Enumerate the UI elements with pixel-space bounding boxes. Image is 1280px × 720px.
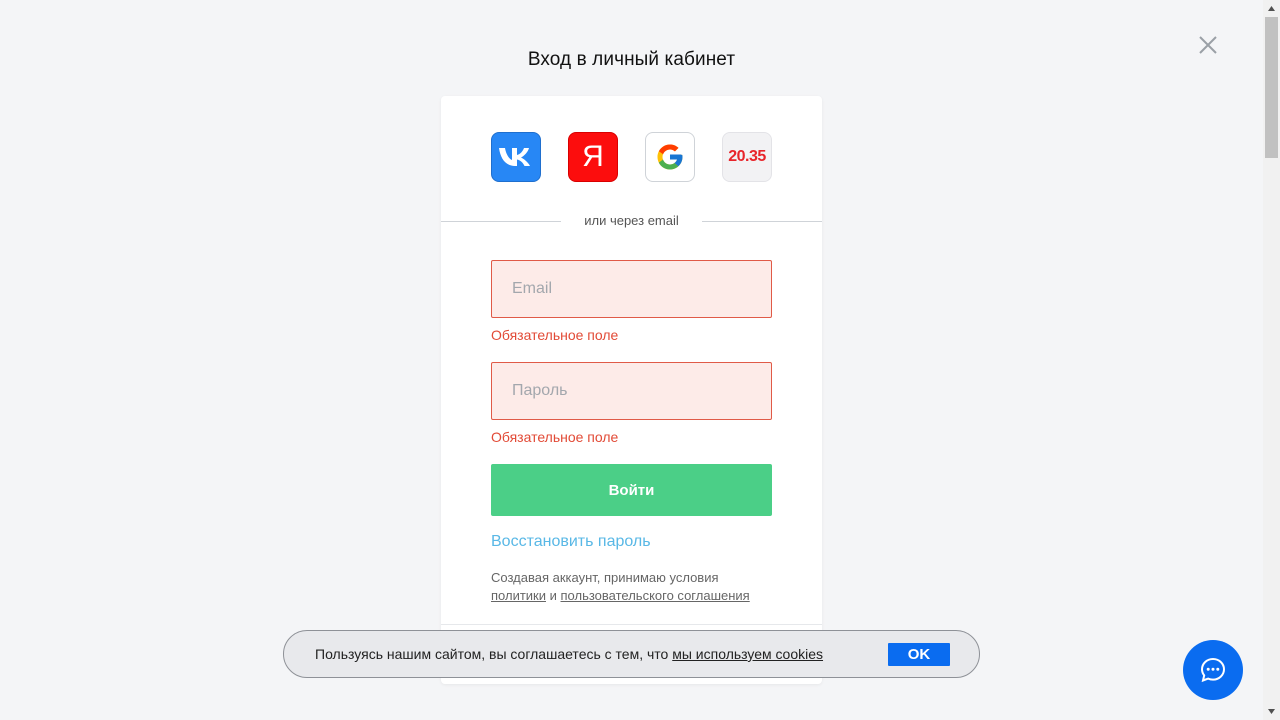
yandex-icon: Я [582,140,604,173]
yandex-login-button[interactable]: Я [568,132,618,182]
email-divider: или через email [441,213,822,229]
google-login-button[interactable] [645,132,695,182]
policy-link[interactable]: политики [491,588,546,603]
login-button[interactable]: Войти [491,464,772,516]
platform-2035-login-button[interactable]: 20.35 [722,132,772,182]
terms-prefix: Создавая аккаунт, принимаю условия [491,570,719,585]
chat-bubble-icon [1200,657,1226,683]
scrollbar-thumb[interactable] [1265,17,1278,158]
user-agreement-link[interactable]: пользовательского соглашения [561,588,750,603]
chat-button[interactable] [1183,640,1243,700]
password-input[interactable] [491,362,772,420]
login-card: Я 20.35 или через email Обязательное пол… [441,96,822,684]
close-icon[interactable] [1196,33,1220,57]
cookie-policy-link[interactable]: мы используем cookies [672,646,823,662]
card-separator [441,624,822,625]
cookie-banner: Пользуясь нашим сайтом, вы соглашаетесь … [283,630,980,678]
page-scrollbar[interactable] [1263,0,1280,720]
email-error: Обязательное поле [491,327,619,343]
terms-conjunction: и [549,588,557,603]
vk-login-button[interactable] [491,132,541,182]
cookie-message: Пользуясь нашим сайтом, вы соглашаетесь … [315,646,669,662]
email-input[interactable] [491,260,772,318]
password-error: Обязательное поле [491,429,619,445]
page-title: Вход в личный кабинет [527,49,736,70]
scroll-down-icon[interactable] [1267,707,1276,716]
cookie-ok-button[interactable]: OK [888,643,950,666]
social-login-row: Я 20.35 [491,132,772,182]
terms-text: Создавая аккаунт, принимаю условия полит… [491,569,791,605]
cookie-text: Пользуясь нашим сайтом, вы соглашаетесь … [315,646,823,662]
scroll-up-icon[interactable] [1267,4,1276,13]
google-icon [657,144,683,170]
divider-line-right [702,221,822,222]
vk-icon [499,148,530,166]
restore-password-link[interactable]: Восстановить пароль [491,533,651,551]
platform-2035-icon: 20.35 [728,148,766,165]
